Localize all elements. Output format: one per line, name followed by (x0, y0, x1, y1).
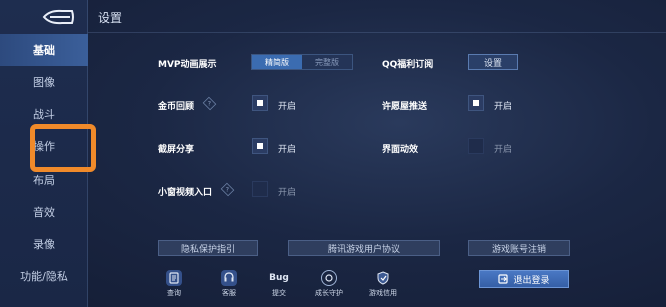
user-agreement-button[interactable]: 腾讯游戏用户协议 (288, 240, 440, 256)
logout-button[interactable]: 退出登录 (479, 270, 569, 288)
sidebar-item-layout[interactable]: 布局 (0, 164, 88, 196)
sidebar: 基础 图像 战斗 操作 布局 音效 录像 功能/隐私 (0, 0, 96, 307)
credit-icon (375, 270, 391, 286)
bug-label: 提交 (272, 289, 286, 297)
bug-report-button[interactable]: Bug 提交 (264, 270, 294, 300)
customer-service-button[interactable]: 客服 (214, 270, 244, 300)
query-button[interactable]: 查询 (159, 270, 189, 300)
sidebar-item-basic[interactable]: 基础 (0, 34, 88, 66)
qq-subscription-label: QQ福利订阅 (382, 60, 434, 70)
mvp-option-simple[interactable]: 精简版 (252, 55, 302, 69)
help-icon[interactable]: ? (220, 182, 235, 197)
sidebar-item-label: 战斗 (33, 108, 55, 121)
sidebar-item-label: 图像 (33, 76, 55, 89)
sidebar-item-sound[interactable]: 音效 (0, 196, 88, 228)
sidebar-item-controls[interactable]: 操作 (0, 124, 96, 172)
growth-guard-label: 成长守护 (315, 289, 343, 297)
coin-review-label: 金币回顾 (158, 102, 195, 112)
ui-animation-value: 开启 (494, 145, 513, 155)
bug-icon: Bug (269, 273, 289, 283)
screenshot-share-checkbox[interactable] (252, 138, 268, 154)
game-credit-button[interactable]: 游戏信用 (368, 270, 398, 300)
sidebar-item-label: 布局 (33, 174, 55, 187)
query-label: 查询 (167, 289, 181, 297)
mvp-animation-segment: 精简版 完整版 (251, 54, 353, 70)
coin-review-value: 开启 (278, 102, 297, 112)
mini-video-label: 小窗视频入口 (158, 188, 213, 198)
page-title: 设置 (98, 11, 123, 25)
logout-label: 退出登录 (513, 275, 550, 286)
ui-animation-label: 界面动效 (382, 145, 419, 155)
service-label: 客服 (222, 289, 236, 297)
sidebar-item-privacy[interactable]: 功能/隐私 (0, 260, 88, 292)
wish-push-label: 许愿屋推送 (382, 102, 428, 112)
sidebar-item-label: 录像 (33, 238, 55, 251)
wish-push-value: 开启 (494, 102, 513, 112)
query-icon (166, 270, 182, 286)
account-cancel-button[interactable]: 游戏账号注销 (468, 240, 570, 256)
sidebar-item-graphics[interactable]: 图像 (0, 66, 88, 98)
sidebar-item-label: 音效 (33, 206, 55, 219)
logout-icon (498, 274, 509, 284)
growth-guard-button[interactable]: 成长守护 (314, 270, 344, 300)
qq-subscription-settings-button[interactable]: 设置 (468, 54, 518, 70)
growth-guard-icon (321, 270, 337, 286)
privacy-guide-button[interactable]: 隐私保护指引 (158, 240, 258, 256)
coin-review-checkbox[interactable] (252, 95, 268, 111)
sidebar-item-replay[interactable]: 录像 (0, 228, 88, 260)
credit-label: 游戏信用 (369, 289, 397, 297)
divider (88, 32, 666, 33)
screenshot-share-label: 截屏分享 (158, 145, 195, 155)
mini-video-value: 开启 (278, 188, 297, 198)
wish-push-checkbox[interactable] (468, 95, 484, 111)
ui-animation-checkbox[interactable] (468, 138, 484, 154)
mvp-option-full[interactable]: 完整版 (302, 55, 352, 69)
back-icon[interactable] (40, 8, 76, 26)
sidebar-item-label: 功能/隐私 (20, 270, 68, 283)
help-icon-glyph: ? (225, 185, 230, 194)
mvp-animation-label: MVP动画展示 (158, 60, 217, 70)
sidebar-item-label: 基础 (33, 44, 55, 57)
mini-video-checkbox[interactable] (252, 181, 268, 197)
screenshot-share-value: 开启 (278, 145, 297, 155)
help-icon[interactable]: ? (202, 96, 217, 111)
service-icon (221, 270, 237, 286)
help-icon-glyph: ? (207, 99, 212, 108)
